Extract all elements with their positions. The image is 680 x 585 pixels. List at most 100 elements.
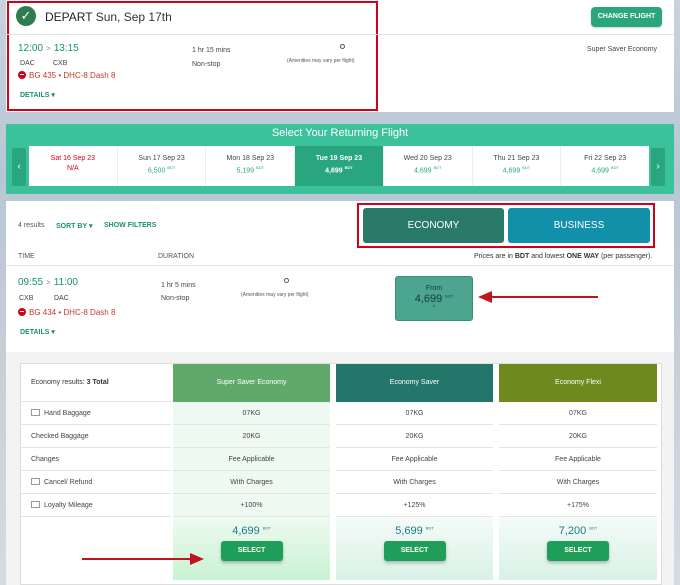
fare-column-economy-flexi: Economy Flexi 07KG 20KG Fee Applicable W… xyxy=(499,364,657,580)
fare-price: 7,200 BDT xyxy=(558,525,598,537)
flight-times: 09:55 >11:00 xyxy=(18,277,78,288)
fare-price: 5,699 BDT xyxy=(395,525,434,537)
date-price: 4,699 BDT xyxy=(591,165,619,175)
amenity-icon xyxy=(284,278,289,283)
fare-cell: 20KG xyxy=(173,425,330,448)
flight-destination: DAC xyxy=(54,295,69,302)
fare-column-header: Super Saver Economy xyxy=(173,364,330,402)
date-option[interactable]: Thu 21 Sep 23 4,699 BDT xyxy=(473,146,562,186)
date-option[interactable]: Sun 17 Sep 23 6,500 BDT xyxy=(118,146,207,186)
from-price: 4,699 BDT xyxy=(414,293,454,305)
arrive-time: 13:15 xyxy=(53,43,79,54)
depart-details-link[interactable]: DETAILS ▾ xyxy=(20,91,55,99)
date-price: 6,500 BDT xyxy=(147,165,176,175)
aircraft-type: DHC-8 Dash 8 xyxy=(63,308,116,317)
fare-price: 4,699 BDT xyxy=(232,525,271,537)
fare-cell: +175% xyxy=(499,494,657,517)
check-icon: ✓ xyxy=(16,6,36,26)
column-time-header: TIME xyxy=(18,253,35,260)
divider xyxy=(6,34,674,35)
change-flight-button[interactable]: CHANGE FLIGHT xyxy=(591,7,662,27)
caret-up-icon: ^ xyxy=(432,305,436,311)
select-button-economy-saver[interactable]: SELECT xyxy=(383,541,446,561)
details-label: DETAILS xyxy=(20,92,50,99)
date-price: 5,199 BDT xyxy=(236,165,265,175)
ticket-icon xyxy=(31,477,40,485)
fare-cell: 20KG xyxy=(336,425,493,448)
depart-origin: DAC xyxy=(20,60,35,67)
sort-by-label: SORT BY xyxy=(56,223,87,230)
fare-cell: Fee Applicable xyxy=(499,448,657,471)
tab-business[interactable]: BUSINESS xyxy=(508,208,650,243)
prev-dates-button[interactable]: ‹ xyxy=(12,148,26,186)
sort-by-dropdown[interactable]: SORT BY ▾ xyxy=(56,222,92,230)
aircraft-type: DHC-8 Dash 8 xyxy=(63,71,116,80)
date-option[interactable]: Wed 20 Sep 23 4,699 BDT xyxy=(384,146,473,186)
depart-time: 09:55 xyxy=(18,277,44,288)
depart-duration: 1 hr 15 mins xyxy=(192,47,231,54)
flight-info: BG 434 • DHC-8 Dash 8 xyxy=(18,307,116,317)
depart-label: DEPART xyxy=(45,10,93,24)
select-button-economy-flexi[interactable]: SELECT xyxy=(547,541,609,561)
bag-icon xyxy=(31,408,40,416)
fare-cell: 20KG xyxy=(499,425,657,448)
row-label-hand-baggage: Hand Baggage xyxy=(21,402,171,425)
from-label: From xyxy=(425,285,443,292)
chevron-right-icon: › xyxy=(656,161,660,172)
date-option[interactable]: Mon 18 Sep 23 5,199 BDT xyxy=(206,146,296,186)
date-option[interactable]: Fri 22 Sep 23 4,699 BDT xyxy=(561,146,649,186)
divider xyxy=(6,265,674,266)
row-label-changes: Changes xyxy=(21,448,171,471)
from-price-box[interactable]: From 4,699 BDT ^ xyxy=(395,276,473,321)
depart-stops: Non-stop xyxy=(192,61,221,68)
fare-column-header: Economy Saver xyxy=(336,364,493,402)
fare-column-header: Economy Flexi xyxy=(499,364,657,402)
results-count: 4 results xyxy=(18,222,45,229)
depart-title: DEPART Sun, Sep 17th xyxy=(45,10,172,24)
tab-economy[interactable]: ECONOMY xyxy=(363,208,504,243)
column-duration-header: DURATION xyxy=(158,253,195,260)
flight-stops: Non-stop xyxy=(161,295,190,302)
date-price: N/A xyxy=(67,165,79,172)
date-label: Fri 22 Sep 23 xyxy=(584,155,627,162)
fare-column-super-saver: Super Saver Economy 07KG 20KG Fee Applic… xyxy=(173,364,330,580)
amenity-icon xyxy=(340,44,345,49)
arrow-head-icon xyxy=(190,553,204,565)
depart-flight-info: BG 435 • DHC-8 Dash 8 xyxy=(18,70,116,80)
date-price: 4,699 BDT xyxy=(325,165,353,175)
fare-cell: +125% xyxy=(336,494,493,517)
flight-number: BG 434 xyxy=(29,308,57,317)
chevron-left-icon: ‹ xyxy=(17,161,21,172)
arrow-head-icon xyxy=(478,291,492,303)
fare-footer: 5,699 BDT SELECT xyxy=(336,517,493,580)
select-button-super-saver[interactable]: SELECT xyxy=(220,541,283,561)
fare-cell: +100% xyxy=(173,494,330,517)
fare-cell: Fee Applicable xyxy=(173,448,330,471)
fare-cell: 07KG xyxy=(336,402,493,425)
flight-details-link[interactable]: DETAILS ▾ xyxy=(20,328,55,336)
date-option[interactable]: Sat 16 Sep 23 N/A xyxy=(29,146,118,186)
next-dates-button[interactable]: › xyxy=(651,148,665,186)
date-label: Thu 21 Sep 23 xyxy=(493,155,540,162)
row-label-cancel-refund: Cancel/ Refund xyxy=(21,471,171,494)
fare-column-economy-saver: Economy Saver 07KG 20KG Fee Applicable W… xyxy=(336,364,493,580)
date-label: Sun 17 Sep 23 xyxy=(138,155,185,162)
show-filters-link[interactable]: SHOW FILTERS xyxy=(104,222,156,229)
flight-duration: 1 hr 5 mins xyxy=(161,282,196,289)
fare-cell: 07KG xyxy=(499,402,657,425)
airline-icon xyxy=(18,307,26,316)
annotation-arrow xyxy=(490,296,598,298)
caret-down-icon: ▾ xyxy=(88,223,93,230)
depart-destination: CXB xyxy=(53,60,68,67)
depart-amenities-note: (Amenities may vary per flight) xyxy=(287,58,355,64)
fare-cell: With Charges xyxy=(499,471,657,494)
date-strip: Sat 16 Sep 23 N/A Sun 17 Sep 23 6,500 BD… xyxy=(29,146,649,186)
row-label-loyalty-mileage: Loyalty Mileage xyxy=(21,494,171,517)
fare-cell: Fee Applicable xyxy=(336,448,493,471)
date-option-selected[interactable]: Tue 19 Sep 23 4,699 BDT xyxy=(295,146,384,186)
fare-cell: 07KG xyxy=(173,402,330,425)
star-icon xyxy=(31,500,40,508)
caret-down-icon: ▾ xyxy=(51,92,55,99)
date-label: Tue 19 Sep 23 xyxy=(315,155,363,162)
airline-icon xyxy=(18,70,26,79)
